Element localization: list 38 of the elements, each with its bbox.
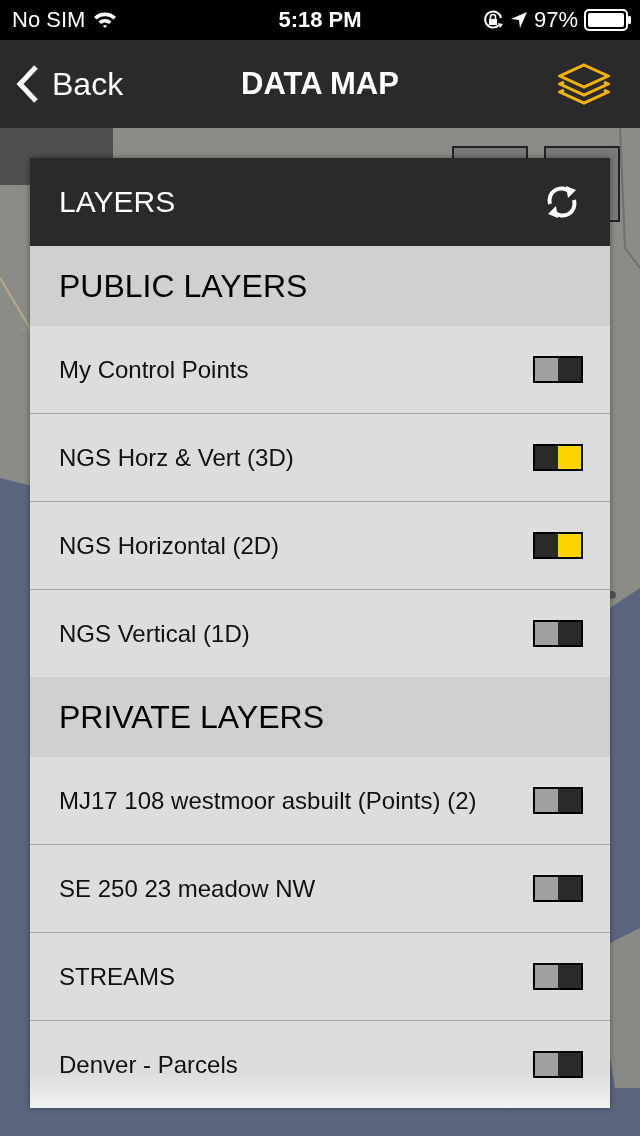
layer-name: MJ17 108 westmoor asbuilt (Points) (2) [59,786,477,815]
wifi-icon [93,11,118,29]
layer-row[interactable]: My Control Points [30,326,610,414]
toggle-switch[interactable] [533,444,583,471]
layer-name: NGS Horz & Vert (3D) [59,443,294,472]
carrier-text: No SIM [12,7,86,33]
toggle-switch[interactable] [533,532,583,559]
layer-name: SE 250 23 meadow NW [59,874,316,903]
layer-name: NGS Vertical (1D) [59,619,250,648]
layer-row[interactable]: NGS Horizontal (2D) [30,502,610,590]
layer-name: NGS Horizontal (2D) [59,531,280,560]
toggle-switch[interactable] [533,1051,583,1078]
layer-name: My Control Points [59,355,249,384]
section-header: PRIVATE LAYERS [30,677,610,757]
layers-icon[interactable] [558,63,610,105]
layer-row[interactable]: SE 250 23 meadow NW [30,845,610,933]
battery-icon [584,9,632,31]
layer-row[interactable]: NGS Vertical (1D) [30,590,610,677]
layer-row[interactable]: MJ17 108 westmoor asbuilt (Points) (2) [30,757,610,845]
layer-name: STREAMS [59,962,175,991]
toggle-switch[interactable] [533,787,583,814]
toggle-switch[interactable] [533,620,583,647]
rotation-lock-icon [481,9,504,31]
layer-name: Denver - Parcels [59,1050,238,1079]
toggle-switch[interactable] [533,875,583,902]
toggle-switch[interactable] [533,963,583,990]
chevron-left-icon [14,64,40,104]
battery-percent-text: 97% [533,7,578,33]
location-arrow-icon [509,11,528,29]
screen-title: DATA MAP [241,66,399,102]
panel-title: LAYERS [59,185,176,219]
clock-text: 5:18 PM [278,7,362,33]
layer-row[interactable]: NGS Horz & Vert (3D) [30,414,610,502]
back-button[interactable]: Back [14,64,124,104]
toggle-switch[interactable] [533,356,583,383]
layer-row[interactable]: Denver - Parcels [30,1021,610,1108]
layer-row[interactable]: STREAMS [30,933,610,1021]
section-header: PUBLIC LAYERS [30,246,610,326]
